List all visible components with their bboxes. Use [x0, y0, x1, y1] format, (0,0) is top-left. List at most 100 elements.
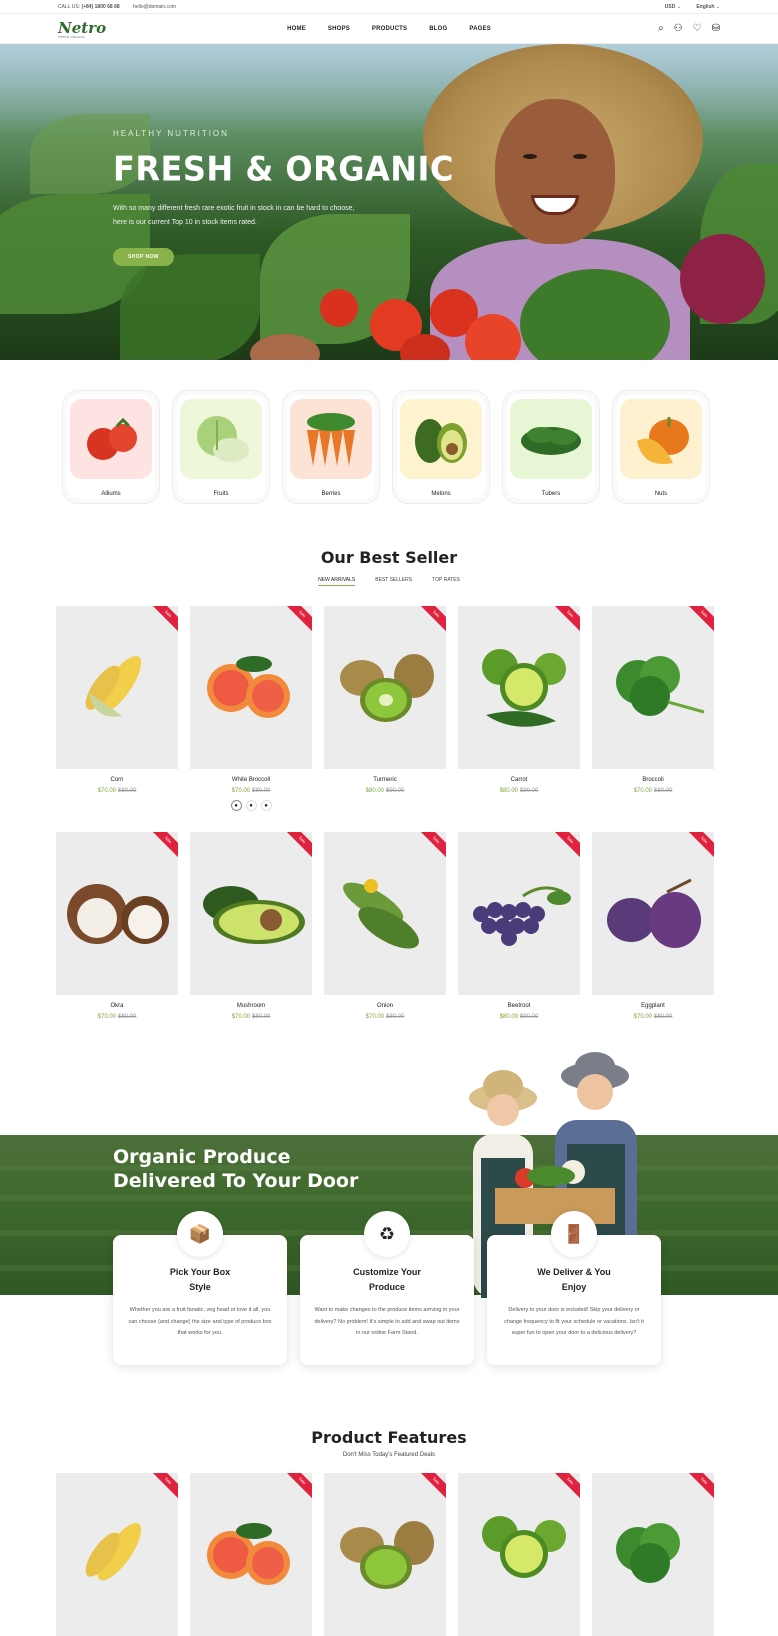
product-card[interactable]: Sale: [324, 1473, 446, 1636]
product-name[interactable]: Turmeric: [324, 777, 446, 783]
nav-pages[interactable]: PAGES: [469, 26, 491, 32]
email-contact[interactable]: hello@domain.com: [133, 4, 176, 10]
cart-icon[interactable]: ⛁: [712, 23, 720, 34]
feature-card-text: Whether you are a fruit fanatic, veg hea…: [128, 1307, 272, 1336]
wishlist-icon[interactable]: ♡: [693, 23, 702, 34]
swatch-option[interactable]: ●: [260, 800, 272, 811]
sale-ribbon: Sale: [684, 832, 714, 860]
tomato-icon: [87, 417, 137, 460]
lime-icon: [482, 648, 566, 727]
product-card[interactable]: Sale Turmeric $80.00 $90.00: [324, 606, 446, 811]
product-card[interactable]: Sale Corn $70.00 $80.00: [56, 606, 178, 811]
product-image[interactable]: Sale: [458, 832, 580, 995]
product-card[interactable]: Sale Onion $70.00 $80.00: [324, 832, 446, 1020]
product-card[interactable]: Sale Eggplant $70.00 $80.00: [592, 832, 714, 1020]
product-price: $80.00 $90.00: [365, 788, 405, 794]
nav-products[interactable]: PRODUCTS: [372, 26, 407, 32]
product-image[interactable]: Sale: [592, 1473, 714, 1636]
eye: [573, 154, 587, 159]
swatch-option[interactable]: ●: [245, 800, 257, 811]
feature-cards: 📦 Pick Your Box Style Whether you are a …: [113, 1211, 661, 1365]
product-image[interactable]: Sale: [592, 832, 714, 995]
product-image[interactable]: Sale: [56, 1473, 178, 1636]
product-image[interactable]: Sale: [190, 832, 312, 995]
currency-select[interactable]: USD ⌄: [665, 4, 681, 10]
product-card[interactable]: Sale: [190, 1473, 312, 1636]
product-image[interactable]: Sale: [324, 832, 446, 995]
category-image: [620, 399, 702, 479]
product-image[interactable]: Sale: [190, 1473, 312, 1636]
product-image[interactable]: Sale: [56, 832, 178, 995]
product-image[interactable]: Sale: [56, 606, 178, 769]
product-name[interactable]: White Broccoli: [190, 777, 312, 783]
product-card[interactable]: Sale Carrot $80.00 $90.00: [458, 606, 580, 811]
kale-icon: [521, 427, 581, 455]
product-image[interactable]: Sale: [458, 1473, 580, 1636]
chevron-down-icon: ⌄: [676, 3, 681, 10]
product-card[interactable]: Sale: [458, 1473, 580, 1636]
best-seller-title: Our Best Seller: [320, 548, 458, 567]
product-image[interactable]: Sale: [190, 606, 312, 769]
product-name[interactable]: Eggplant: [592, 1003, 714, 1009]
category-label: Tubers: [541, 491, 561, 497]
category-card[interactable]: Berries: [282, 390, 380, 504]
product-image[interactable]: Sale: [324, 606, 446, 769]
product-grid-row-2: Sale Okra $70.00 $80.00 Sale Mushroom $70…: [56, 832, 714, 1020]
logo[interactable]: Netro FRESH ORGANIC: [58, 19, 118, 39]
category-card[interactable]: Tubers: [502, 390, 600, 504]
nav-blog[interactable]: BLOG: [429, 26, 447, 32]
product-name[interactable]: Broccoli: [592, 777, 714, 783]
product-image[interactable]: Sale: [324, 1473, 446, 1636]
language-select[interactable]: English ⌄: [696, 4, 720, 10]
product-price: $80.00 $90.00: [499, 788, 539, 794]
header-icons: ⌕ ⚇ ♡ ⛁: [658, 23, 720, 34]
product-name[interactable]: Corn: [56, 777, 178, 783]
product-card[interactable]: Sale Beetroot $80.00 $90.00: [458, 832, 580, 1020]
product-name[interactable]: Okra: [56, 1003, 178, 1009]
product-image[interactable]: Sale: [592, 606, 714, 769]
category-card[interactable]: Melons: [392, 390, 490, 504]
farmer-face: [495, 99, 615, 244]
product-name[interactable]: Mushroom: [190, 1003, 312, 1009]
tab-new-arrivals[interactable]: NEW ARRIVALS: [318, 577, 356, 586]
main-header: Netro FRESH ORGANIC HOME SHOPS PRODUCTS B…: [0, 14, 778, 44]
product-card[interactable]: Sale Okra $70.00 $80.00: [56, 832, 178, 1020]
product-card[interactable]: Sale: [56, 1473, 178, 1636]
product-name[interactable]: Beetroot: [458, 1003, 580, 1009]
category-label: Fruits: [213, 491, 229, 497]
search-icon[interactable]: ⌕: [658, 23, 664, 34]
product-card[interactable]: Sale Mushroom $70.00 $80.00: [190, 832, 312, 1020]
category-image: [400, 399, 482, 479]
feature-card-title: Customize Your Produce: [353, 1267, 421, 1292]
sale-ribbon: Sale: [684, 1473, 714, 1501]
phone-contact[interactable]: CALL US: (+84) 1800 68 68: [58, 4, 120, 10]
category-image: [70, 399, 152, 479]
pumpkin-icon: [637, 417, 689, 465]
corn-icon: [85, 1522, 142, 1580]
features-title: Product Features: [311, 1428, 467, 1447]
product-name[interactable]: Carrot: [458, 777, 580, 783]
swatch-option[interactable]: ●: [230, 800, 242, 811]
coconut-icon: [67, 883, 169, 944]
user-icon[interactable]: ⚇: [674, 23, 683, 34]
category-card[interactable]: Nuts: [612, 390, 710, 504]
sale-ribbon: Sale: [684, 606, 714, 634]
category-card[interactable]: Alliums: [62, 390, 160, 504]
nav-shops[interactable]: SHOPS: [328, 26, 350, 32]
sale-ribbon: Sale: [148, 832, 178, 860]
featured-product-grid: Sale Sale Sale Sale Sale: [56, 1473, 714, 1636]
product-card[interactable]: Sale Broccoli $70.00 $80.00: [592, 606, 714, 811]
product-name[interactable]: Onion: [324, 1003, 446, 1009]
category-card[interactable]: Fruits: [172, 390, 270, 504]
shop-now-button[interactable]: SHOP NOW: [113, 248, 174, 266]
category-image: [180, 399, 262, 479]
nav-home[interactable]: HOME: [287, 26, 306, 32]
product-price: $70.00 $80.00: [231, 1014, 271, 1020]
sale-ribbon: Sale: [416, 606, 446, 634]
product-card[interactable]: Sale White Broccoli $70.00 $80.00 ● ● ●: [190, 606, 312, 811]
tab-top-rates[interactable]: TOP RATES: [432, 577, 460, 586]
product-image[interactable]: Sale: [458, 606, 580, 769]
product-card[interactable]: Sale: [592, 1473, 714, 1636]
tab-best-sellers[interactable]: BEST SELLERS: [375, 577, 412, 586]
sale-ribbon: Sale: [282, 1473, 312, 1501]
